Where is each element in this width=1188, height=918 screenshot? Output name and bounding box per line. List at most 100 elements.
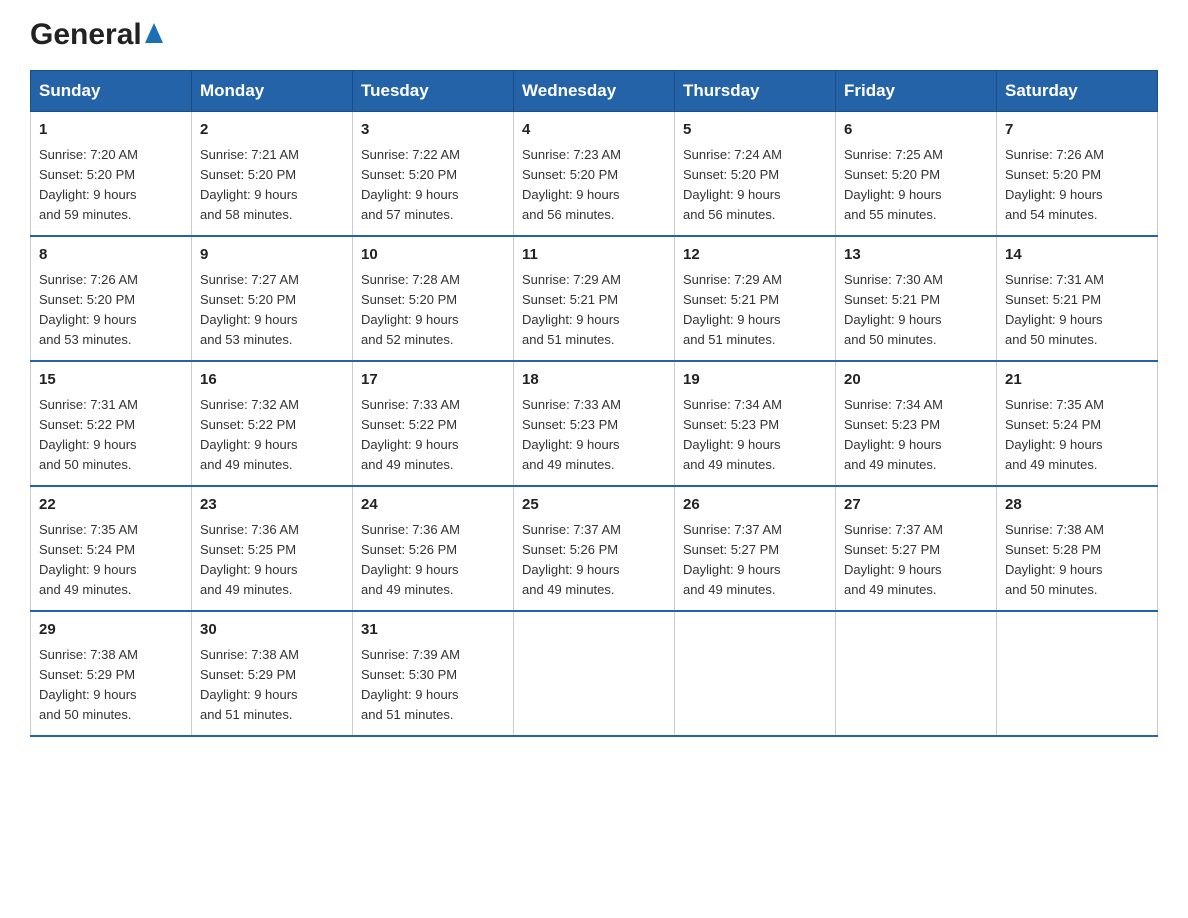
day-info: Sunrise: 7:35 AMSunset: 5:24 PMDaylight:… [39,520,183,601]
day-number: 30 [200,619,344,642]
day-number: 8 [39,244,183,267]
day-number: 25 [522,494,666,517]
calendar-cell: 21 Sunrise: 7:35 AMSunset: 5:24 PMDaylig… [997,361,1158,486]
calendar-cell: 12 Sunrise: 7:29 AMSunset: 5:21 PMDaylig… [675,236,836,361]
day-number: 27 [844,494,988,517]
calendar-week-row: 22 Sunrise: 7:35 AMSunset: 5:24 PMDaylig… [31,486,1158,611]
calendar-cell: 9 Sunrise: 7:27 AMSunset: 5:20 PMDayligh… [192,236,353,361]
day-number: 19 [683,369,827,392]
day-number: 16 [200,369,344,392]
day-number: 11 [522,244,666,267]
day-info: Sunrise: 7:26 AMSunset: 5:20 PMDaylight:… [39,270,183,351]
day-number: 28 [1005,494,1149,517]
calendar-cell: 14 Sunrise: 7:31 AMSunset: 5:21 PMDaylig… [997,236,1158,361]
day-info: Sunrise: 7:31 AMSunset: 5:21 PMDaylight:… [1005,270,1149,351]
day-number: 4 [522,119,666,142]
day-number: 7 [1005,119,1149,142]
day-number: 9 [200,244,344,267]
day-info: Sunrise: 7:22 AMSunset: 5:20 PMDaylight:… [361,145,505,226]
calendar-cell: 3 Sunrise: 7:22 AMSunset: 5:20 PMDayligh… [353,112,514,237]
calendar-cell: 1 Sunrise: 7:20 AMSunset: 5:20 PMDayligh… [31,112,192,237]
day-info: Sunrise: 7:36 AMSunset: 5:25 PMDaylight:… [200,520,344,601]
calendar-cell: 23 Sunrise: 7:36 AMSunset: 5:25 PMDaylig… [192,486,353,611]
calendar-cell: 19 Sunrise: 7:34 AMSunset: 5:23 PMDaylig… [675,361,836,486]
day-info: Sunrise: 7:29 AMSunset: 5:21 PMDaylight:… [683,270,827,351]
day-info: Sunrise: 7:21 AMSunset: 5:20 PMDaylight:… [200,145,344,226]
calendar-cell: 27 Sunrise: 7:37 AMSunset: 5:27 PMDaylig… [836,486,997,611]
calendar-cell [514,611,675,736]
day-info: Sunrise: 7:33 AMSunset: 5:23 PMDaylight:… [522,395,666,476]
day-info: Sunrise: 7:38 AMSunset: 5:29 PMDaylight:… [39,645,183,726]
weekday-header-wednesday: Wednesday [514,71,675,112]
day-number: 14 [1005,244,1149,267]
day-info: Sunrise: 7:31 AMSunset: 5:22 PMDaylight:… [39,395,183,476]
day-info: Sunrise: 7:32 AMSunset: 5:22 PMDaylight:… [200,395,344,476]
day-info: Sunrise: 7:36 AMSunset: 5:26 PMDaylight:… [361,520,505,601]
day-info: Sunrise: 7:29 AMSunset: 5:21 PMDaylight:… [522,270,666,351]
weekday-header-friday: Friday [836,71,997,112]
day-info: Sunrise: 7:20 AMSunset: 5:20 PMDaylight:… [39,145,183,226]
day-info: Sunrise: 7:35 AMSunset: 5:24 PMDaylight:… [1005,395,1149,476]
weekday-header-sunday: Sunday [31,71,192,112]
day-number: 12 [683,244,827,267]
day-number: 29 [39,619,183,642]
day-number: 22 [39,494,183,517]
day-info: Sunrise: 7:23 AMSunset: 5:20 PMDaylight:… [522,145,666,226]
weekday-header-thursday: Thursday [675,71,836,112]
calendar-cell: 28 Sunrise: 7:38 AMSunset: 5:28 PMDaylig… [997,486,1158,611]
day-info: Sunrise: 7:37 AMSunset: 5:27 PMDaylight:… [844,520,988,601]
header: General [30,20,1158,52]
calendar-cell [836,611,997,736]
calendar-cell: 4 Sunrise: 7:23 AMSunset: 5:20 PMDayligh… [514,112,675,237]
calendar-cell: 6 Sunrise: 7:25 AMSunset: 5:20 PMDayligh… [836,112,997,237]
day-info: Sunrise: 7:28 AMSunset: 5:20 PMDaylight:… [361,270,505,351]
calendar-week-row: 1 Sunrise: 7:20 AMSunset: 5:20 PMDayligh… [31,112,1158,237]
calendar-cell: 24 Sunrise: 7:36 AMSunset: 5:26 PMDaylig… [353,486,514,611]
day-info: Sunrise: 7:34 AMSunset: 5:23 PMDaylight:… [844,395,988,476]
day-number: 15 [39,369,183,392]
calendar-cell: 2 Sunrise: 7:21 AMSunset: 5:20 PMDayligh… [192,112,353,237]
day-info: Sunrise: 7:30 AMSunset: 5:21 PMDaylight:… [844,270,988,351]
calendar-cell: 30 Sunrise: 7:38 AMSunset: 5:29 PMDaylig… [192,611,353,736]
calendar-cell: 8 Sunrise: 7:26 AMSunset: 5:20 PMDayligh… [31,236,192,361]
weekday-header-row: SundayMondayTuesdayWednesdayThursdayFrid… [31,71,1158,112]
day-number: 23 [200,494,344,517]
calendar-cell: 16 Sunrise: 7:32 AMSunset: 5:22 PMDaylig… [192,361,353,486]
day-number: 1 [39,119,183,142]
calendar-cell: 10 Sunrise: 7:28 AMSunset: 5:20 PMDaylig… [353,236,514,361]
day-info: Sunrise: 7:38 AMSunset: 5:28 PMDaylight:… [1005,520,1149,601]
calendar-cell: 31 Sunrise: 7:39 AMSunset: 5:30 PMDaylig… [353,611,514,736]
day-info: Sunrise: 7:39 AMSunset: 5:30 PMDaylight:… [361,645,505,726]
day-number: 26 [683,494,827,517]
calendar-cell: 29 Sunrise: 7:38 AMSunset: 5:29 PMDaylig… [31,611,192,736]
day-number: 6 [844,119,988,142]
calendar-cell: 13 Sunrise: 7:30 AMSunset: 5:21 PMDaylig… [836,236,997,361]
day-number: 21 [1005,369,1149,392]
logo-line1: General [30,20,163,50]
logo: General [30,20,163,52]
day-info: Sunrise: 7:25 AMSunset: 5:20 PMDaylight:… [844,145,988,226]
calendar-cell: 11 Sunrise: 7:29 AMSunset: 5:21 PMDaylig… [514,236,675,361]
day-info: Sunrise: 7:38 AMSunset: 5:29 PMDaylight:… [200,645,344,726]
calendar-cell: 7 Sunrise: 7:26 AMSunset: 5:20 PMDayligh… [997,112,1158,237]
day-number: 24 [361,494,505,517]
day-info: Sunrise: 7:27 AMSunset: 5:20 PMDaylight:… [200,270,344,351]
calendar-cell: 26 Sunrise: 7:37 AMSunset: 5:27 PMDaylig… [675,486,836,611]
calendar-cell: 25 Sunrise: 7:37 AMSunset: 5:26 PMDaylig… [514,486,675,611]
weekday-header-tuesday: Tuesday [353,71,514,112]
day-info: Sunrise: 7:34 AMSunset: 5:23 PMDaylight:… [683,395,827,476]
day-number: 20 [844,369,988,392]
day-info: Sunrise: 7:37 AMSunset: 5:27 PMDaylight:… [683,520,827,601]
weekday-header-saturday: Saturday [997,71,1158,112]
calendar-cell: 20 Sunrise: 7:34 AMSunset: 5:23 PMDaylig… [836,361,997,486]
calendar-week-row: 8 Sunrise: 7:26 AMSunset: 5:20 PMDayligh… [31,236,1158,361]
day-info: Sunrise: 7:33 AMSunset: 5:22 PMDaylight:… [361,395,505,476]
calendar-week-row: 15 Sunrise: 7:31 AMSunset: 5:22 PMDaylig… [31,361,1158,486]
day-number: 10 [361,244,505,267]
day-info: Sunrise: 7:26 AMSunset: 5:20 PMDaylight:… [1005,145,1149,226]
calendar-week-row: 29 Sunrise: 7:38 AMSunset: 5:29 PMDaylig… [31,611,1158,736]
day-number: 18 [522,369,666,392]
calendar-cell [675,611,836,736]
day-number: 31 [361,619,505,642]
day-info: Sunrise: 7:24 AMSunset: 5:20 PMDaylight:… [683,145,827,226]
